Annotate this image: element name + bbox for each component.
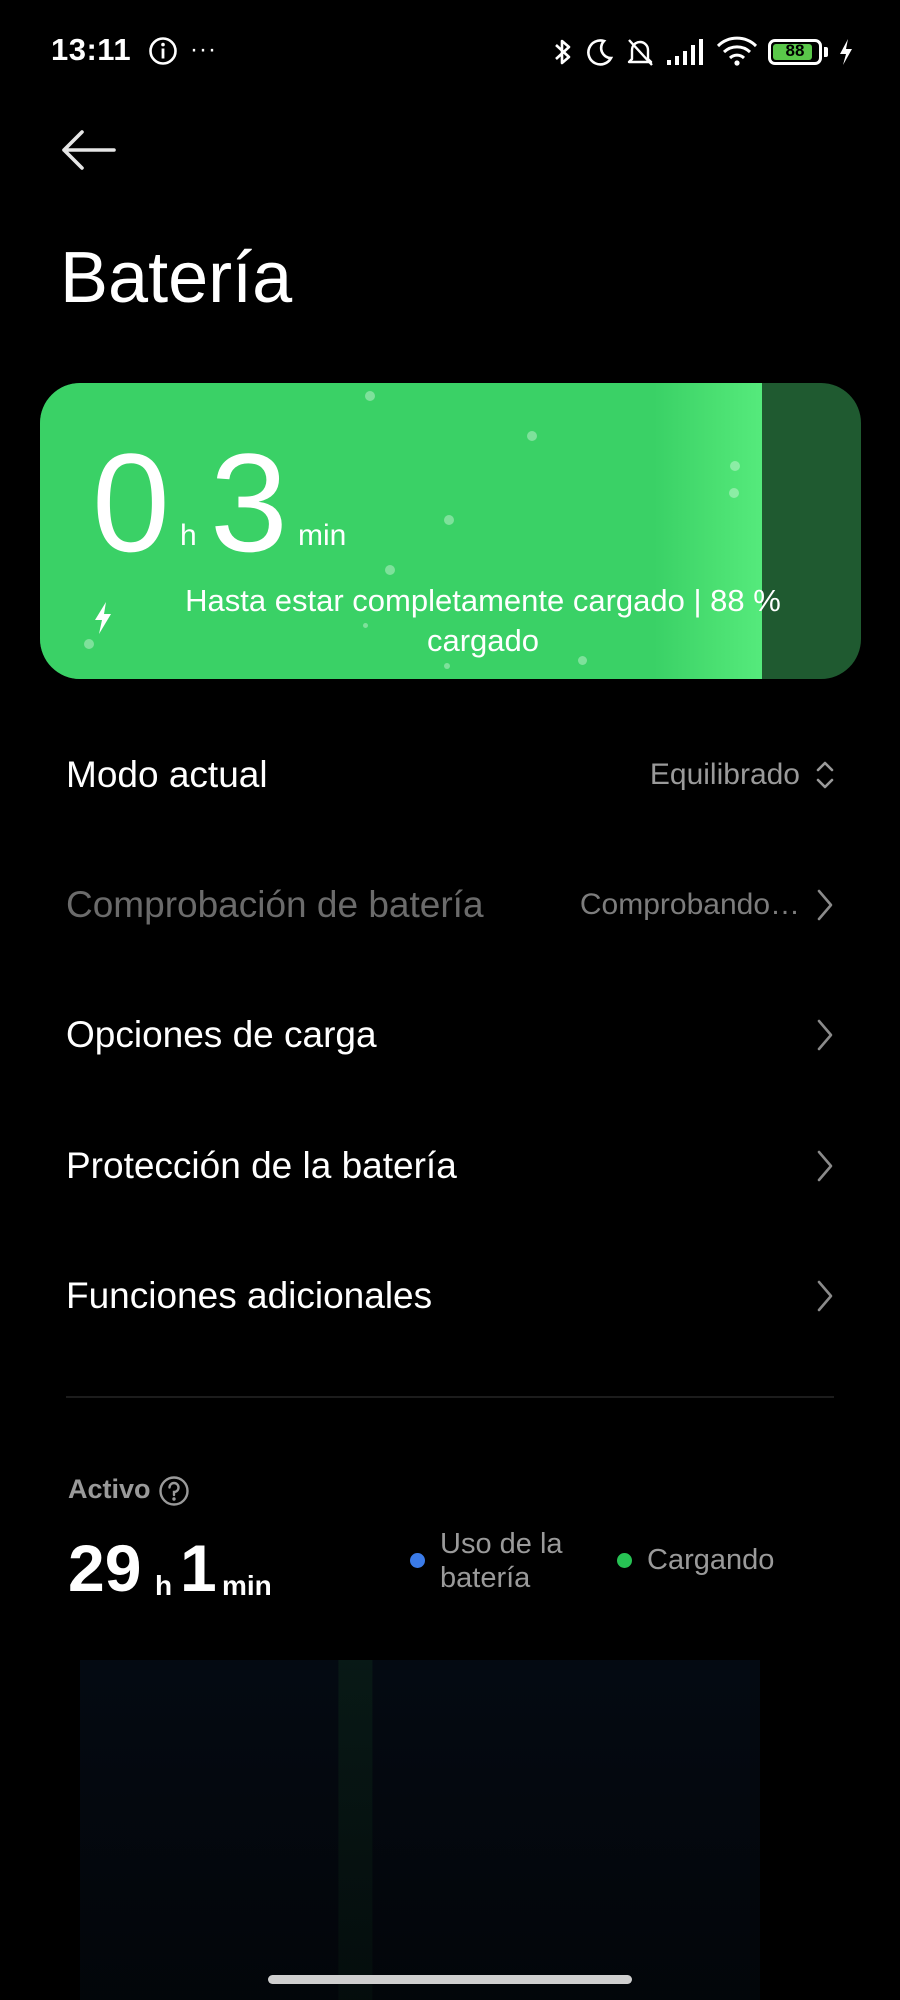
back-arrow-icon[interactable] [58, 125, 118, 175]
additional-functions-label: Funciones adicionales [66, 1275, 433, 1316]
help-icon[interactable] [158, 1475, 190, 1507]
active-label: Activo [68, 1474, 151, 1504]
status-time: 13:11 [51, 32, 132, 67]
bubble [444, 515, 454, 525]
bubble [730, 461, 740, 471]
hours-unit: h [180, 519, 197, 552]
chevron-right-icon [817, 1019, 833, 1051]
legend-usage-dot [410, 1553, 425, 1568]
battery-level-chart[interactable]: 100%75%50% [0, 1660, 900, 2000]
time-to-full-minutes: 3 [210, 424, 288, 581]
charge-status-text: Hasta estar completamente cargado | 88 %… [185, 583, 781, 658]
page-title: Batería [60, 238, 293, 318]
legend-charging-label: Cargando [647, 1544, 775, 1576]
mute-bell-icon [627, 39, 653, 66]
battery-check-value: Comprobando… [579, 888, 800, 921]
current-mode-value: Equilibrado [649, 758, 800, 791]
chevron-right-icon [817, 889, 833, 921]
chevron-right-icon [817, 1150, 833, 1182]
legend-charging-dot [617, 1553, 632, 1568]
active-minutes: 1 [180, 1531, 217, 1605]
battery-protection-row[interactable]: Protección de la batería [66, 1126, 836, 1206]
additional-functions-row[interactable]: Funciones adicionales [66, 1256, 836, 1336]
active-hours-unit: h [155, 1570, 173, 1601]
signal-icon [667, 39, 703, 65]
divider [66, 1396, 834, 1398]
active-minutes-unit: min [222, 1570, 272, 1601]
usage-area [80, 1660, 760, 2000]
charging-options-label: Opciones de carga [66, 1014, 377, 1055]
legend-usage-label: Uso de la batería [440, 1528, 563, 1594]
bluetooth-icon [555, 39, 571, 65]
bubble [365, 391, 375, 401]
status-icons: 88 [552, 32, 854, 72]
info-icon [149, 37, 177, 65]
charging-options-row[interactable]: Opciones de carga [66, 995, 836, 1075]
more-icon: ··· [190, 36, 217, 63]
bubble [444, 663, 450, 669]
charging-area [338, 1660, 373, 2000]
battery-status-level: 88 [785, 41, 805, 60]
up-down-chevron-icon [816, 761, 834, 789]
active-hours: 29 [68, 1531, 142, 1605]
battery-status-tip [824, 47, 828, 57]
bubble [527, 431, 537, 441]
minutes-unit: min [298, 519, 347, 552]
battery-status-icon: 88 [768, 39, 822, 65]
lightning-icon [95, 602, 111, 634]
home-indicator[interactable] [268, 1975, 632, 1984]
current-mode-label: Modo actual [66, 754, 268, 795]
battery-check-label: Comprobación de batería [66, 884, 484, 925]
battery-protection-label: Protección de la batería [66, 1145, 457, 1186]
chevron-right-icon [817, 1280, 833, 1312]
bubble [729, 488, 739, 498]
battery-charge-card: 0 h 3 min Hasta estar completamente carg… [40, 383, 861, 679]
battery-check-row[interactable]: Comprobación de batería Comprobando… [66, 865, 836, 945]
wifi-icon [716, 36, 758, 66]
moon-icon [587, 39, 614, 66]
bubble [385, 565, 395, 575]
current-mode-row[interactable]: Modo actual Equilibrado [66, 735, 836, 815]
time-to-full-hours: 0 [92, 424, 170, 581]
charging-bolt-icon [840, 39, 852, 65]
bubble [84, 639, 94, 649]
